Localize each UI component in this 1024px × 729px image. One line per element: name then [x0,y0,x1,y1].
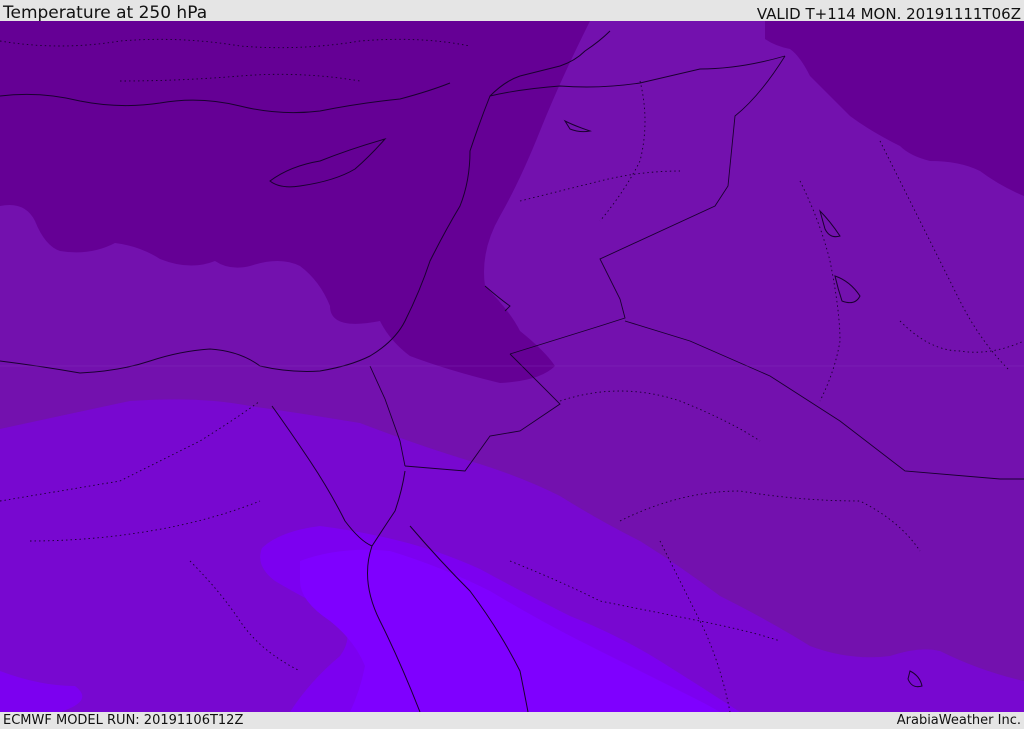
map-title: Temperature at 250 hPa [3,3,208,23]
temperature-map [0,21,1024,712]
credit-label: ArabiaWeather Inc. [896,713,1021,728]
model-run-label: ECMWF MODEL RUN: 20191106T12Z [3,713,244,728]
